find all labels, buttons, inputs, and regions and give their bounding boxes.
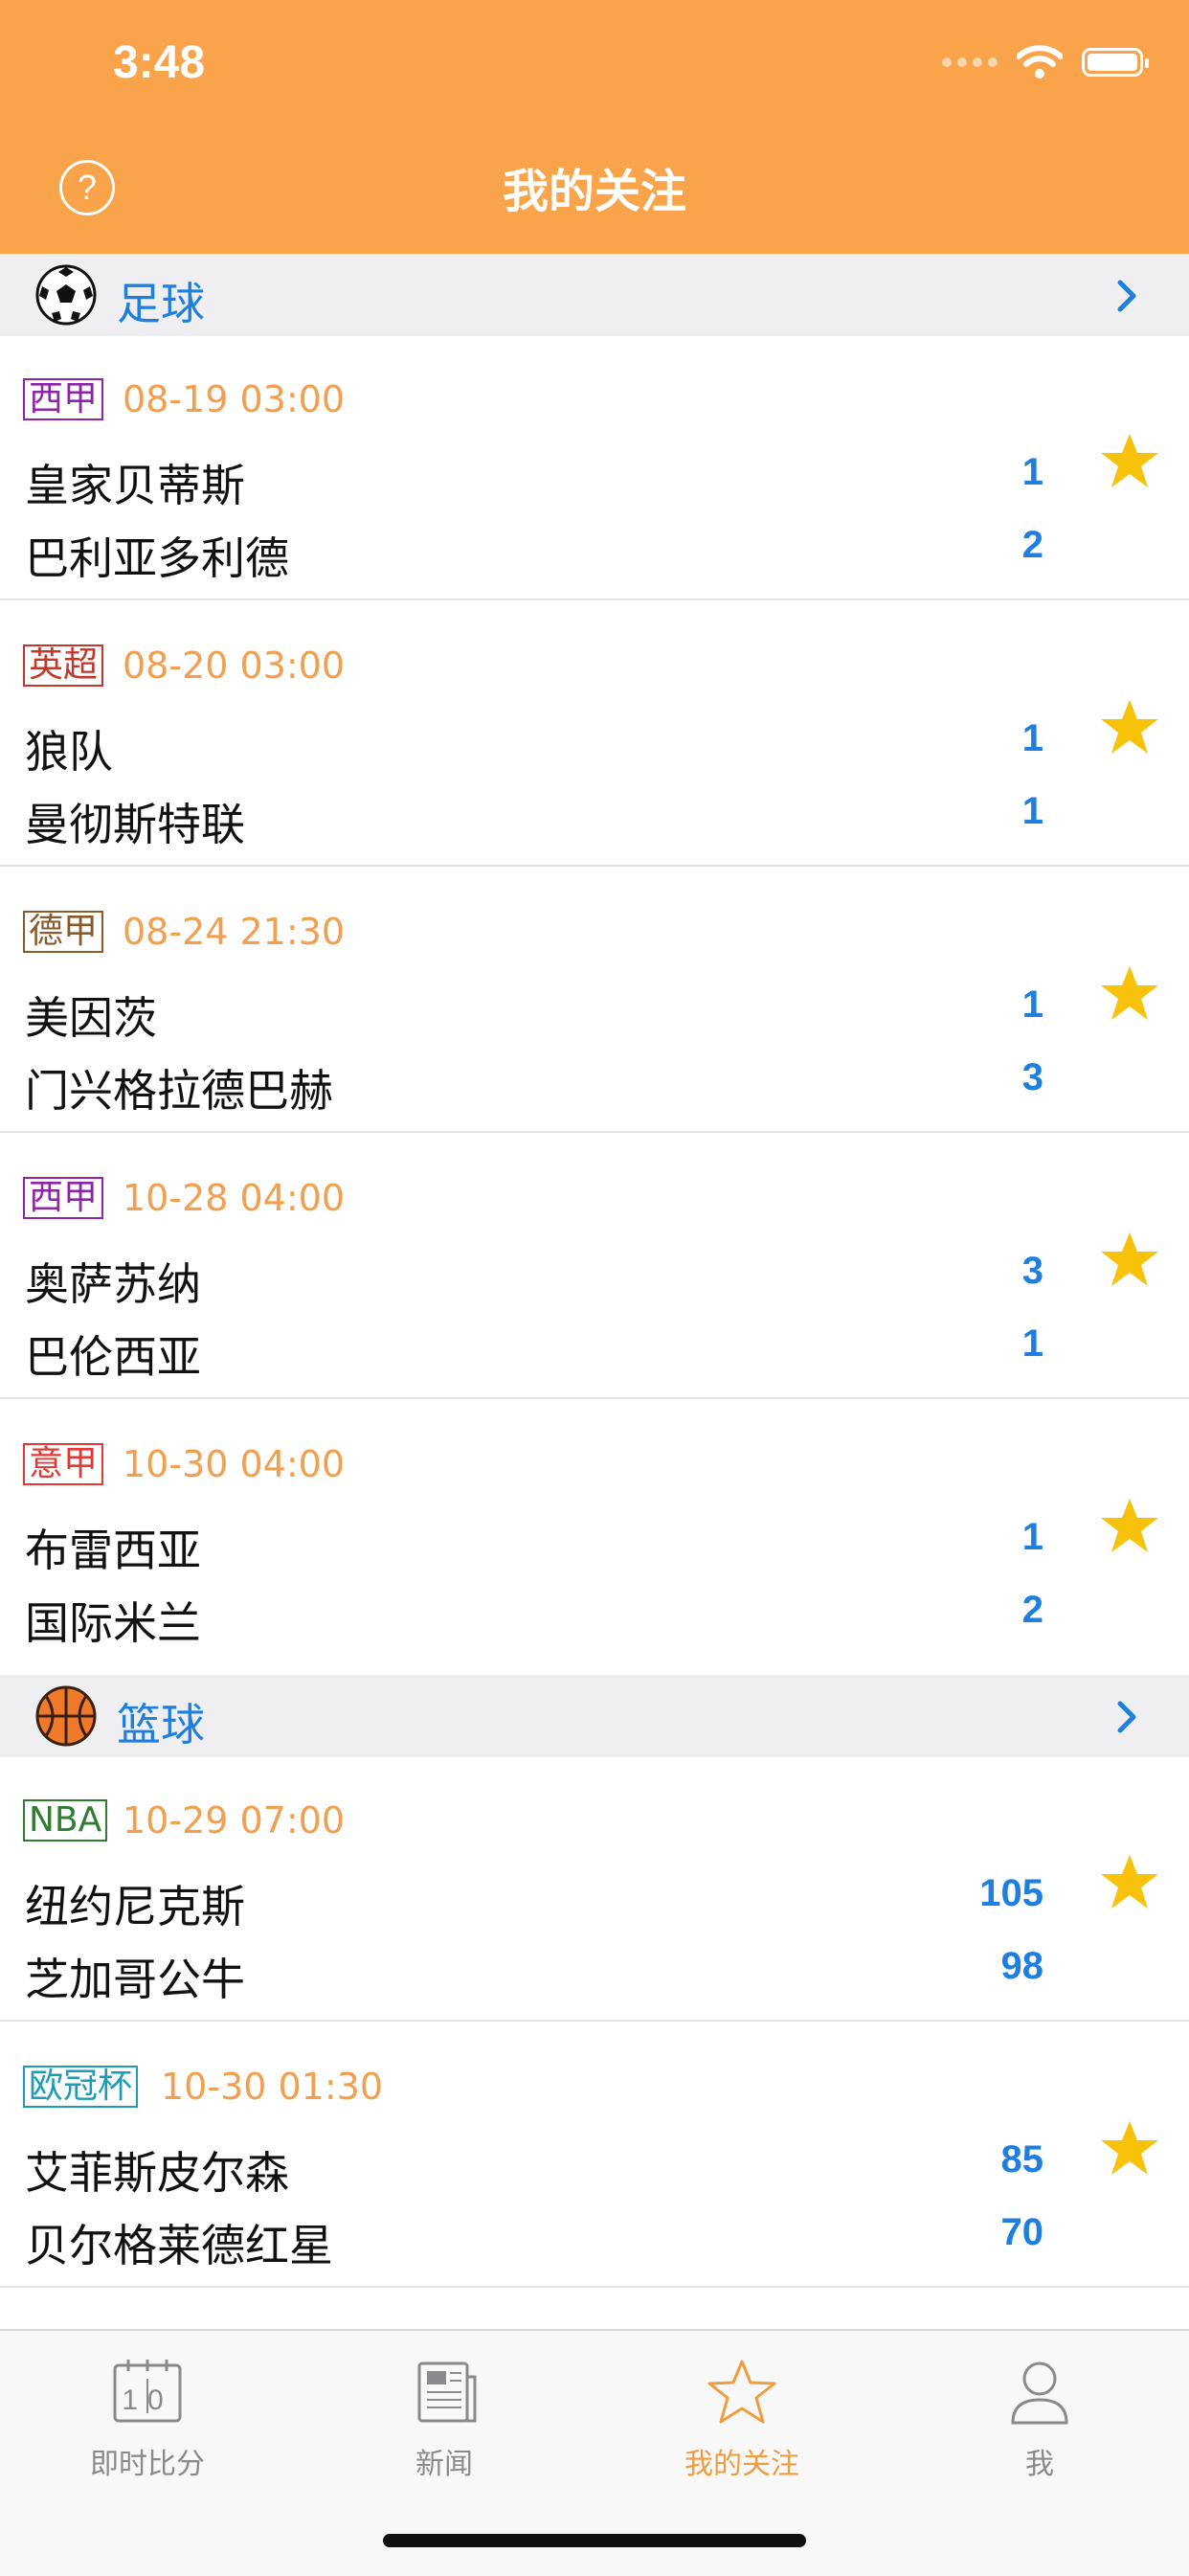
match-row[interactable]: 西甲 08-19 03:00 皇家贝蒂斯 巴利亚多利德 1 2	[0, 336, 1189, 600]
star-filled-icon[interactable]	[1099, 1851, 1160, 1912]
calendar-score-icon: 10	[113, 2360, 182, 2423]
away-score: 2	[1021, 524, 1043, 566]
home-score: 105	[979, 1872, 1043, 1914]
home-team: 狼队	[25, 726, 113, 778]
match-time: 08-20 03:00	[123, 644, 346, 687]
tab-label: 即时比分	[90, 2448, 205, 2481]
match-time: 08-24 21:30	[123, 911, 346, 953]
home-team: 美因茨	[25, 992, 157, 1044]
match-time: 10-28 04:00	[123, 1177, 346, 1219]
wifi-icon	[1017, 45, 1063, 79]
star-filled-icon[interactable]	[1099, 1495, 1160, 1556]
section-header-football[interactable]: 足球	[0, 254, 1189, 336]
section-title: 足球	[117, 278, 205, 329]
match-row[interactable]: NBA 10-29 07:00 纽约尼克斯 芝加哥公牛 105 98	[0, 1757, 1189, 2022]
tab-news[interactable]: 新闻	[348, 2358, 540, 2482]
home-score: 3	[1021, 1250, 1043, 1292]
away-score: 3	[1021, 1056, 1043, 1098]
nav-header: 3:48 ? 我的关注	[0, 0, 1189, 254]
match-row[interactable]: 欧冠杯 10-30 01:30 艾菲斯皮尔森 贝尔格莱德红星 85 70	[0, 2023, 1189, 2288]
star-filled-icon[interactable]	[1099, 696, 1160, 757]
league-badge: 德甲	[23, 911, 104, 953]
home-team: 布雷西亚	[25, 1525, 201, 1576]
star-outline-icon	[707, 2360, 776, 2424]
soccer-ball-icon	[35, 264, 97, 326]
cellular-signal-icon	[942, 57, 998, 67]
match-row[interactable]: 西甲 10-28 04:00 奥萨苏纳 巴伦西亚 3 1	[0, 1135, 1189, 1399]
match-row[interactable]: 德甲 08-24 21:30 美因茨 门兴格拉德巴赫 1 3	[0, 869, 1189, 1133]
tab-live-score[interactable]: 10 即时比分	[52, 2358, 243, 2482]
away-team: 门兴格拉德巴赫	[25, 1065, 333, 1117]
match-row[interactable]: 意甲 10-30 04:00 布雷西亚 国际米兰 1 2	[0, 1401, 1189, 1665]
league-badge: 英超	[23, 644, 104, 687]
away-score: 1	[1021, 1322, 1043, 1365]
away-score: 1	[1021, 790, 1043, 832]
battery-icon	[1082, 48, 1149, 77]
status-indicators	[942, 43, 1149, 81]
away-team: 巴伦西亚	[25, 1331, 201, 1383]
league-badge: NBA	[23, 1799, 108, 1842]
away-team: 曼彻斯特联	[25, 799, 245, 850]
section-header-basketball[interactable]: 篮球	[0, 1675, 1189, 1757]
match-time: 10-30 01:30	[161, 2066, 384, 2108]
section-title: 篮球	[117, 1699, 205, 1751]
home-score: 1	[1021, 717, 1043, 759]
star-filled-icon[interactable]	[1099, 2117, 1160, 2179]
home-indicator	[383, 2534, 806, 2547]
away-score: 2	[1021, 1589, 1043, 1631]
match-time: 10-30 04:00	[123, 1443, 346, 1485]
home-score: 1	[1021, 451, 1043, 493]
league-badge: 西甲	[23, 378, 104, 420]
home-score: 1	[1021, 1516, 1043, 1558]
star-filled-icon[interactable]	[1099, 1229, 1160, 1290]
tab-me[interactable]: 我	[944, 2358, 1135, 2482]
match-time: 08-19 03:00	[123, 378, 346, 420]
chevron-right-icon	[1117, 1701, 1136, 1733]
away-score: 98	[1000, 1945, 1044, 1987]
match-row[interactable]: 英超 08-20 03:00 狼队 曼彻斯特联 1 1	[0, 602, 1189, 867]
home-score: 1	[1021, 983, 1043, 1026]
tab-bar: 10 即时比分 新闻 我的关注 我	[0, 2329, 1189, 2576]
home-team: 艾菲斯皮尔森	[25, 2147, 289, 2199]
league-badge: 西甲	[23, 1177, 104, 1219]
home-team: 皇家贝蒂斯	[25, 460, 245, 511]
basketball-icon	[35, 1685, 97, 1747]
tab-label: 我的关注	[684, 2448, 799, 2481]
away-team: 芝加哥公牛	[25, 1954, 245, 2005]
star-filled-icon[interactable]	[1099, 962, 1160, 1024]
calendar-glyph: 10	[122, 2384, 172, 2416]
star-filled-icon[interactable]	[1099, 430, 1160, 491]
away-team: 贝尔格莱德红星	[25, 2220, 333, 2271]
tab-label: 我	[1025, 2448, 1054, 2481]
chevron-right-icon	[1117, 280, 1136, 312]
home-score: 85	[1000, 2138, 1044, 2181]
tab-label: 新闻	[415, 2448, 473, 2481]
person-icon	[1011, 2361, 1068, 2425]
away-score: 70	[1000, 2211, 1044, 2253]
home-team: 纽约尼克斯	[25, 1881, 245, 1932]
page-title: 我的关注	[502, 165, 686, 218]
newspaper-icon	[417, 2361, 477, 2423]
match-time: 10-29 07:00	[123, 1799, 346, 1842]
tab-my-follows[interactable]: 我的关注	[646, 2358, 838, 2482]
league-badge: 意甲	[23, 1443, 104, 1485]
away-team: 巴利亚多利德	[25, 532, 289, 584]
league-badge: 欧冠杯	[23, 2066, 139, 2108]
home-team: 奥萨苏纳	[25, 1258, 201, 1310]
status-time: 3:48	[113, 37, 206, 88]
away-team: 国际米兰	[25, 1597, 201, 1649]
